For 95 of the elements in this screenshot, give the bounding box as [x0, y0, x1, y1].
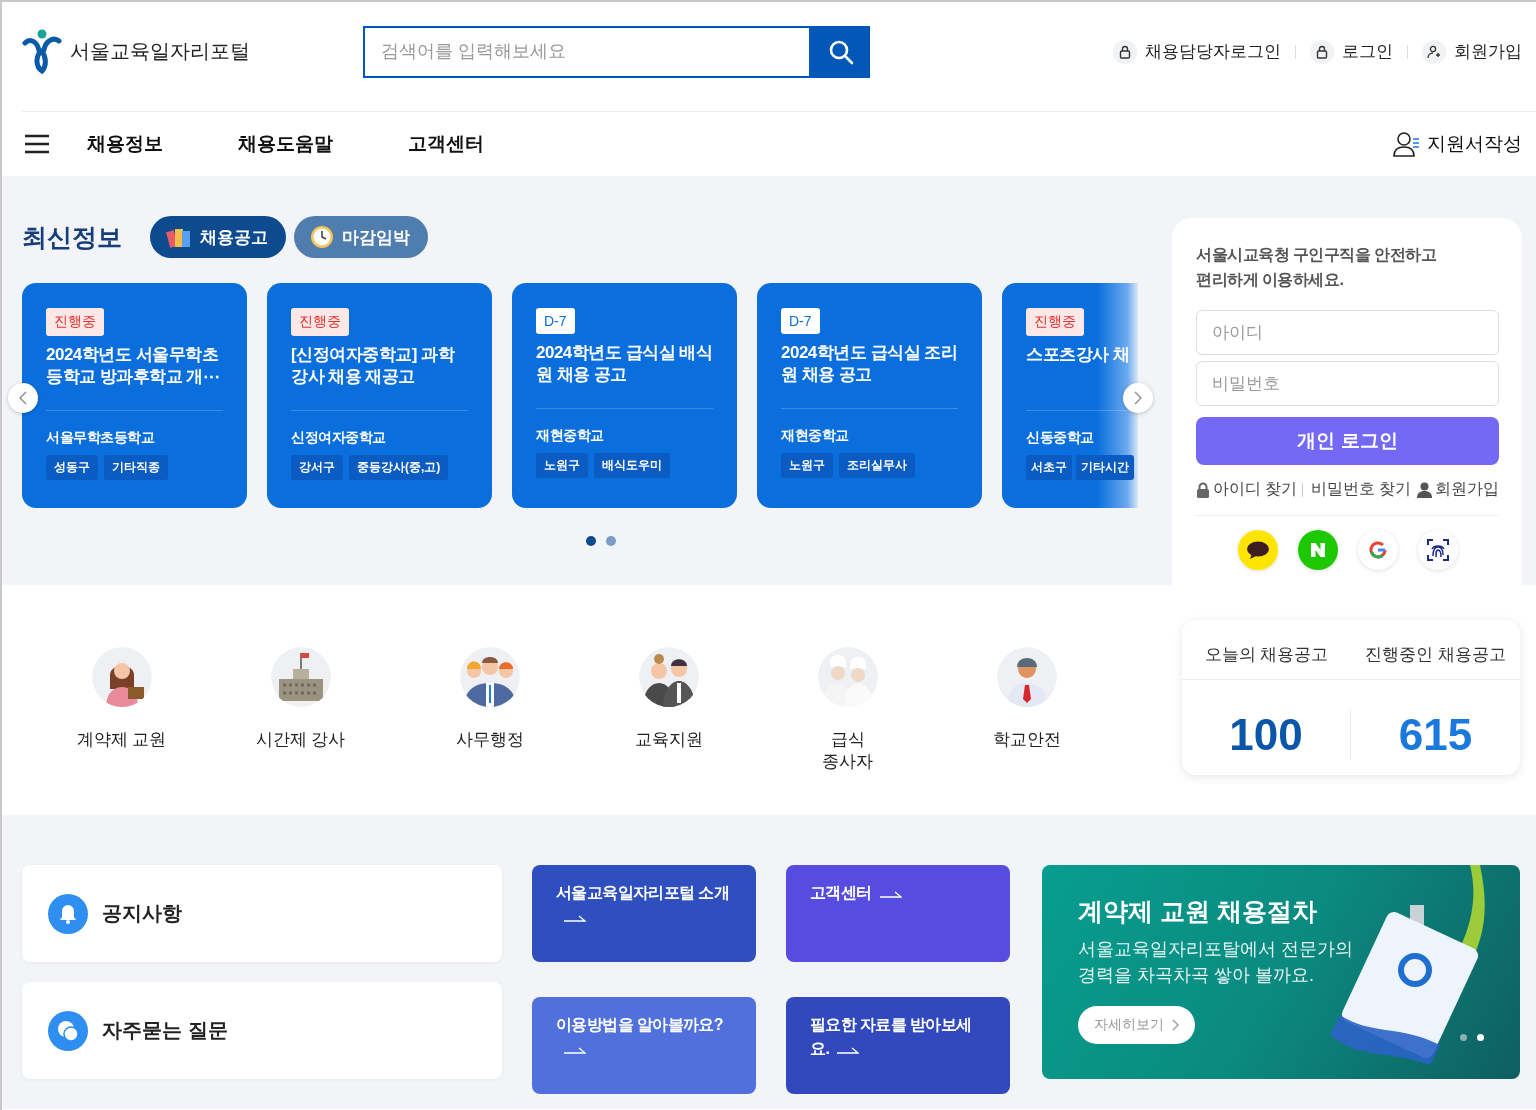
chevron-right-icon — [1172, 1019, 1179, 1031]
clock-icon — [310, 225, 334, 249]
job-card[interactable]: D-7 2024학년도 급식실 배식원 채용 공고 재현중학교 노원구 배식도우미 — [512, 283, 737, 508]
stat-label: 진행중인 채용공고 — [1351, 620, 1520, 680]
next-button[interactable] — [1123, 383, 1153, 413]
pager-dot[interactable] — [1477, 1034, 1484, 1041]
tag: 서초구 — [1026, 455, 1072, 480]
nav-link[interactable]: 채용도움말 — [238, 131, 333, 157]
status-badge: D-7 — [781, 308, 820, 334]
chat-bubbles-icon — [48, 1010, 88, 1051]
login-button[interactable]: 개인 로그인 — [1196, 417, 1499, 465]
fingerprint-icon — [1426, 539, 1449, 561]
status-badge: 진행중 — [1026, 308, 1084, 336]
quick-link[interactable]: 이용방법을 알아볼까요? — [532, 997, 756, 1094]
chevron-right-icon — [1134, 391, 1142, 405]
status-badge: 진행중 — [46, 308, 104, 336]
header-link[interactable]: 채용담당자로그인 — [1145, 40, 1281, 63]
apply-form-link[interactable]: 지원서작성 — [1393, 131, 1522, 157]
header-link[interactable]: 로그인 — [1342, 40, 1393, 63]
stat-value: 615 — [1397, 709, 1474, 761]
school-name: 신동중학교 — [1026, 429, 1095, 447]
tag: 기타시간 — [1076, 455, 1134, 480]
social-login-button[interactable] — [1417, 530, 1458, 570]
tag: 중등강사(중,고) — [349, 455, 449, 480]
google-icon — [1368, 541, 1387, 559]
header-link[interactable]: 회원가입 — [1454, 40, 1522, 63]
quick-link[interactable]: 필요한 자료를 받아보세요. — [786, 997, 1010, 1094]
lock-icon — [1113, 39, 1137, 64]
job-card[interactable]: D-7 2024학년도 급식실 조리원 채용 공고 재현중학교 노원구 조리실무사 — [757, 283, 982, 508]
category-link[interactable]: 급식 종사자 — [758, 645, 937, 815]
job-card[interactable]: 진행중 2024학년도 서울무학초등학교 방과후학교 개⋯ 서울무학초등학교 성동구 기타직종 — [22, 283, 247, 508]
job-card[interactable]: 진행중 [신정여자중학교] 과학 강사 채용 재공고 신정여자중학교 강서구 중등강사(중,고) — [267, 283, 492, 508]
board-link[interactable]: 자주묻는 질문 — [22, 982, 502, 1079]
section-title: 최신정보 — [22, 221, 122, 253]
logo-icon[interactable] — [22, 28, 64, 75]
account-link[interactable]: 비밀번호 찾기 — [1311, 479, 1412, 500]
job-title: [신정여자중학교] 과학 강사 채용 재공고 — [291, 344, 456, 388]
menu-icon[interactable] — [24, 134, 50, 154]
search-button[interactable] — [811, 25, 870, 78]
job-title: 2024학년도 급식실 조리원 채용 공고 — [781, 342, 958, 386]
job-title: 2024학년도 급식실 배식원 채용 공고 — [536, 342, 713, 386]
user-icon — [1417, 481, 1432, 498]
category-link[interactable]: 시간제 강사 — [211, 645, 390, 815]
pager-dot[interactable] — [1460, 1034, 1467, 1041]
school-name: 서울무학초등학교 — [46, 429, 156, 447]
banner-text: 서울교육일자리포탈에서 전문가의 경력을 차곡차곡 쌓아 볼까요. — [1078, 938, 1354, 987]
pager-dot[interactable] — [586, 536, 596, 546]
tag: 배식도우미 — [594, 453, 670, 478]
status-badge: 진행중 — [291, 308, 349, 336]
school-name: 재현중학교 — [536, 427, 605, 445]
chat-bubble-icon — [1245, 541, 1270, 559]
stat-label: 오늘의 채용공고 — [1182, 620, 1351, 680]
banner-title: 계약제 교원 채용절차 — [1078, 896, 1318, 927]
password-field[interactable]: 비밀번호 — [1196, 361, 1499, 406]
search-icon — [827, 38, 854, 65]
tag: 조리실무사 — [839, 453, 915, 478]
status-badge: D-7 — [536, 308, 575, 334]
chevron-left-icon — [19, 391, 27, 405]
nav-link[interactable]: 채용정보 — [87, 131, 163, 157]
account-link[interactable]: 회원가입 — [1435, 479, 1499, 500]
lock-icon — [1196, 481, 1210, 498]
account-link[interactable]: 아이디 찾기 — [1213, 479, 1298, 500]
id-field[interactable]: 아이디 — [1196, 310, 1499, 355]
category-link[interactable]: 교육지원 — [579, 645, 758, 815]
category-link[interactable]: 계약제 교원 — [32, 645, 211, 815]
lock-icon — [1310, 39, 1334, 64]
job-title: 스포츠강사 채 — [1026, 344, 1131, 366]
search-field[interactable]: 검색어를 입력해보세요 — [363, 25, 811, 78]
category-link[interactable]: 사무행정 — [400, 645, 579, 815]
tab[interactable]: 마감임박 — [294, 216, 428, 258]
tab[interactable]: 채용공고 — [150, 216, 286, 258]
nav-link[interactable]: 고객센터 — [408, 131, 484, 157]
tag: 노원구 — [781, 453, 833, 478]
pager-dot[interactable] — [606, 536, 616, 546]
site-name[interactable]: 서울교육일자리포털 — [70, 38, 250, 65]
tag: 성동구 — [46, 455, 98, 480]
tag: 노원구 — [536, 453, 588, 478]
login-message: 서울시교육청 구인구직을 안전하고 편리하게 이용하세요. — [1196, 245, 1438, 290]
quick-link[interactable]: 서울교육일자리포털 소개 — [532, 865, 756, 962]
tag: 강서구 — [291, 455, 343, 480]
n-letter-icon — [1309, 542, 1326, 558]
board-link[interactable]: 공지사항 — [22, 865, 502, 962]
school-name: 재현중학교 — [781, 427, 850, 445]
bell-icon — [48, 893, 88, 934]
job-title: 2024학년도 서울무학초등학교 방과후학교 개⋯ — [46, 344, 221, 388]
stat-value: 100 — [1182, 710, 1351, 760]
user-add-icon — [1422, 39, 1446, 64]
previous-button[interactable] — [8, 383, 38, 413]
quick-link[interactable]: 고객센터 — [786, 865, 1010, 962]
school-name: 신정여자중학교 — [291, 429, 387, 447]
user-document-icon — [1393, 131, 1421, 157]
job-card[interactable]: 진행중 스포츠강사 채 신동중학교 서초구 기타시간 — [1002, 283, 1138, 508]
category-link[interactable]: 학교안전 — [937, 645, 1116, 815]
tag: 기타직종 — [104, 455, 168, 480]
social-login-button[interactable] — [1237, 530, 1278, 570]
